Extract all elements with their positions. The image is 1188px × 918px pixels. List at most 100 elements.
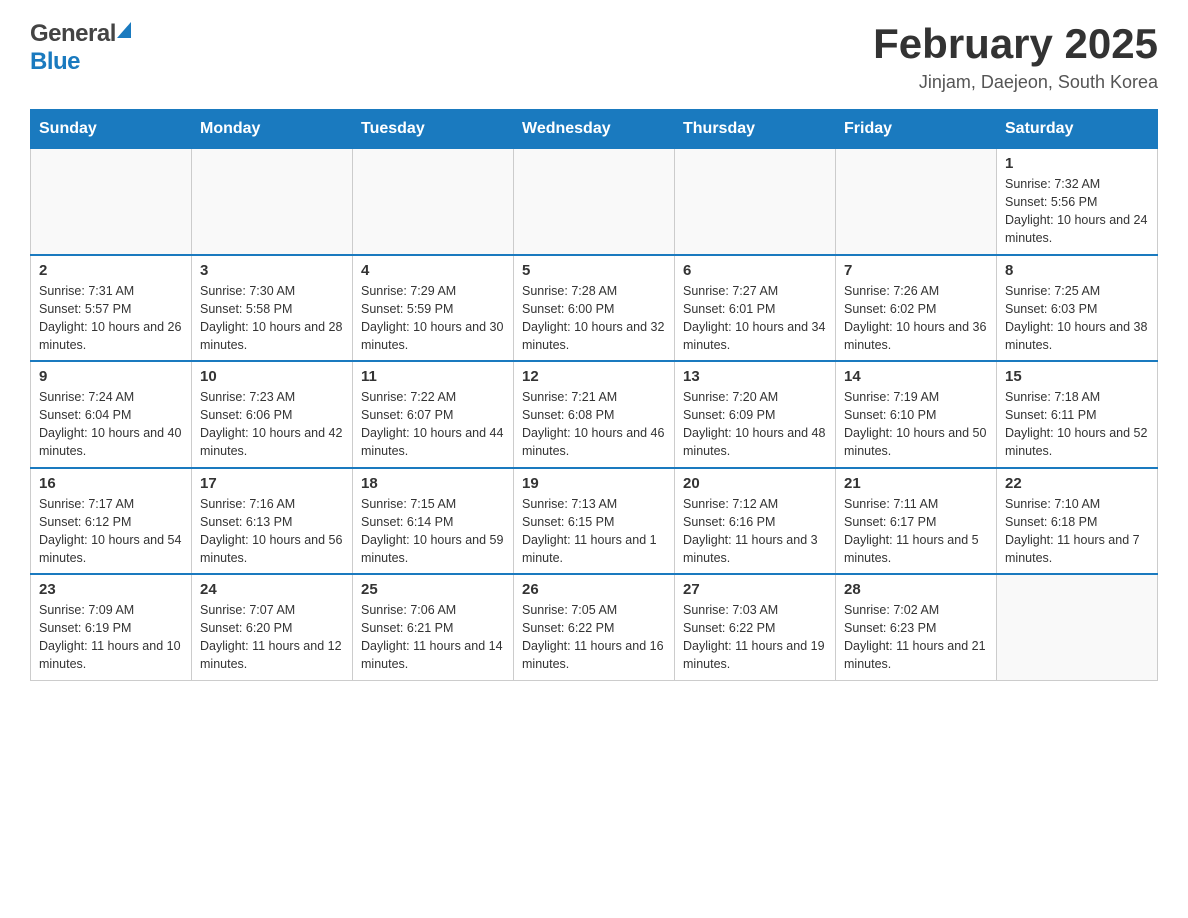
calendar-cell: 18 Sunrise: 7:15 AM Sunset: 6:14 PM Dayli…	[353, 468, 514, 575]
day-info: Sunrise: 7:02 AM Sunset: 6:23 PM Dayligh…	[844, 601, 988, 674]
day-number: 15	[1005, 368, 1149, 385]
calendar-cell: 12 Sunrise: 7:21 AM Sunset: 6:08 PM Dayli…	[514, 361, 675, 468]
calendar-cell: 19 Sunrise: 7:13 AM Sunset: 6:15 PM Dayli…	[514, 468, 675, 575]
calendar-cell: 21 Sunrise: 7:11 AM Sunset: 6:17 PM Dayli…	[836, 468, 997, 575]
day-info: Sunrise: 7:17 AM Sunset: 6:12 PM Dayligh…	[39, 495, 183, 568]
calendar-cell: 2 Sunrise: 7:31 AM Sunset: 5:57 PM Daylig…	[31, 255, 192, 362]
calendar-week-row: 23 Sunrise: 7:09 AM Sunset: 6:19 PM Dayli…	[31, 574, 1158, 680]
logo-general-text: General	[30, 20, 116, 48]
calendar-cell: 26 Sunrise: 7:05 AM Sunset: 6:22 PM Dayli…	[514, 574, 675, 680]
day-info: Sunrise: 7:18 AM Sunset: 6:11 PM Dayligh…	[1005, 388, 1149, 461]
day-info: Sunrise: 7:22 AM Sunset: 6:07 PM Dayligh…	[361, 388, 505, 461]
location-text: Jinjam, Daejeon, South Korea	[873, 72, 1158, 93]
day-info: Sunrise: 7:03 AM Sunset: 6:22 PM Dayligh…	[683, 601, 827, 674]
day-info: Sunrise: 7:07 AM Sunset: 6:20 PM Dayligh…	[200, 601, 344, 674]
day-of-week-header: Monday	[192, 110, 353, 149]
logo-triangle-icon	[117, 22, 131, 38]
day-number: 22	[1005, 475, 1149, 492]
day-number: 23	[39, 581, 183, 598]
day-number: 6	[683, 262, 827, 279]
day-info: Sunrise: 7:23 AM Sunset: 6:06 PM Dayligh…	[200, 388, 344, 461]
calendar-cell: 4Sunrise: 7:29 AM Sunset: 5:59 PM Daylig…	[353, 255, 514, 362]
calendar-week-row: 1 Sunrise: 7:32 AM Sunset: 5:56 PM Daylig…	[31, 149, 1158, 255]
calendar-cell: 15 Sunrise: 7:18 AM Sunset: 6:11 PM Dayli…	[997, 361, 1158, 468]
day-info: Sunrise: 7:25 AM Sunset: 6:03 PM Dayligh…	[1005, 282, 1149, 355]
day-number: 21	[844, 475, 988, 492]
calendar-cell: 3 Sunrise: 7:30 AM Sunset: 5:58 PM Daylig…	[192, 255, 353, 362]
calendar-cell	[31, 149, 192, 255]
day-number: 7	[844, 262, 988, 279]
day-number: 13	[683, 368, 827, 385]
day-of-week-header: Sunday	[31, 110, 192, 149]
calendar-cell: 23 Sunrise: 7:09 AM Sunset: 6:19 PM Dayli…	[31, 574, 192, 680]
calendar-week-row: 16 Sunrise: 7:17 AM Sunset: 6:12 PM Dayli…	[31, 468, 1158, 575]
day-number: 1	[1005, 155, 1149, 172]
calendar-cell: 14 Sunrise: 7:19 AM Sunset: 6:10 PM Dayli…	[836, 361, 997, 468]
day-info: Sunrise: 7:30 AM Sunset: 5:58 PM Dayligh…	[200, 282, 344, 355]
calendar-cell: 13 Sunrise: 7:20 AM Sunset: 6:09 PM Dayli…	[675, 361, 836, 468]
day-info: Sunrise: 7:21 AM Sunset: 6:08 PM Dayligh…	[522, 388, 666, 461]
day-number: 10	[200, 368, 344, 385]
day-info: Sunrise: 7:28 AM Sunset: 6:00 PM Dayligh…	[522, 282, 666, 355]
day-info: Sunrise: 7:06 AM Sunset: 6:21 PM Dayligh…	[361, 601, 505, 674]
day-info: Sunrise: 7:31 AM Sunset: 5:57 PM Dayligh…	[39, 282, 183, 355]
day-info: Sunrise: 7:05 AM Sunset: 6:22 PM Dayligh…	[522, 601, 666, 674]
day-number: 14	[844, 368, 988, 385]
day-number: 9	[39, 368, 183, 385]
day-number: 28	[844, 581, 988, 598]
calendar-week-row: 2 Sunrise: 7:31 AM Sunset: 5:57 PM Daylig…	[31, 255, 1158, 362]
logo-blue-text: Blue	[30, 48, 80, 75]
day-info: Sunrise: 7:15 AM Sunset: 6:14 PM Dayligh…	[361, 495, 505, 568]
calendar-cell	[514, 149, 675, 255]
day-of-week-header: Tuesday	[353, 110, 514, 149]
day-number: 17	[200, 475, 344, 492]
calendar-table: SundayMondayTuesdayWednesdayThursdayFrid…	[30, 109, 1158, 681]
day-info: Sunrise: 7:24 AM Sunset: 6:04 PM Dayligh…	[39, 388, 183, 461]
day-info: Sunrise: 7:10 AM Sunset: 6:18 PM Dayligh…	[1005, 495, 1149, 568]
logo: General Blue	[30, 20, 131, 76]
day-info: Sunrise: 7:09 AM Sunset: 6:19 PM Dayligh…	[39, 601, 183, 674]
calendar-cell: 10 Sunrise: 7:23 AM Sunset: 6:06 PM Dayli…	[192, 361, 353, 468]
calendar-cell: 17Sunrise: 7:16 AM Sunset: 6:13 PM Dayli…	[192, 468, 353, 575]
day-info: Sunrise: 7:27 AM Sunset: 6:01 PM Dayligh…	[683, 282, 827, 355]
day-number: 8	[1005, 262, 1149, 279]
title-block: February 2025 Jinjam, Daejeon, South Kor…	[873, 20, 1158, 93]
day-of-week-header: Saturday	[997, 110, 1158, 149]
day-of-week-header: Friday	[836, 110, 997, 149]
day-number: 11	[361, 368, 505, 385]
day-number: 24	[200, 581, 344, 598]
day-number: 12	[522, 368, 666, 385]
calendar-cell	[353, 149, 514, 255]
month-title: February 2025	[873, 20, 1158, 68]
day-info: Sunrise: 7:12 AM Sunset: 6:16 PM Dayligh…	[683, 495, 827, 568]
calendar-cell: 28 Sunrise: 7:02 AM Sunset: 6:23 PM Dayli…	[836, 574, 997, 680]
day-info: Sunrise: 7:29 AM Sunset: 5:59 PM Dayligh…	[361, 282, 505, 355]
day-number: 26	[522, 581, 666, 598]
day-info: Sunrise: 7:20 AM Sunset: 6:09 PM Dayligh…	[683, 388, 827, 461]
day-info: Sunrise: 7:13 AM Sunset: 6:15 PM Dayligh…	[522, 495, 666, 568]
day-number: 25	[361, 581, 505, 598]
calendar-cell: 20 Sunrise: 7:12 AM Sunset: 6:16 PM Dayli…	[675, 468, 836, 575]
calendar-cell: 5 Sunrise: 7:28 AM Sunset: 6:00 PM Daylig…	[514, 255, 675, 362]
day-number: 16	[39, 475, 183, 492]
calendar-cell: 24 Sunrise: 7:07 AM Sunset: 6:20 PM Dayli…	[192, 574, 353, 680]
day-number: 2	[39, 262, 183, 279]
day-number: 3	[200, 262, 344, 279]
day-number: 18	[361, 475, 505, 492]
calendar-cell: 9 Sunrise: 7:24 AM Sunset: 6:04 PM Daylig…	[31, 361, 192, 468]
calendar-cell	[675, 149, 836, 255]
calendar-cell: 8 Sunrise: 7:25 AM Sunset: 6:03 PM Daylig…	[997, 255, 1158, 362]
day-number: 5	[522, 262, 666, 279]
calendar-header-row: SundayMondayTuesdayWednesdayThursdayFrid…	[31, 110, 1158, 149]
day-info: Sunrise: 7:32 AM Sunset: 5:56 PM Dayligh…	[1005, 175, 1149, 248]
calendar-cell	[192, 149, 353, 255]
calendar-cell: 1 Sunrise: 7:32 AM Sunset: 5:56 PM Daylig…	[997, 149, 1158, 255]
day-info: Sunrise: 7:11 AM Sunset: 6:17 PM Dayligh…	[844, 495, 988, 568]
day-number: 20	[683, 475, 827, 492]
day-number: 19	[522, 475, 666, 492]
calendar-cell	[997, 574, 1158, 680]
calendar-cell: 7Sunrise: 7:26 AM Sunset: 6:02 PM Daylig…	[836, 255, 997, 362]
calendar-week-row: 9 Sunrise: 7:24 AM Sunset: 6:04 PM Daylig…	[31, 361, 1158, 468]
calendar-cell: 6 Sunrise: 7:27 AM Sunset: 6:01 PM Daylig…	[675, 255, 836, 362]
day-info: Sunrise: 7:19 AM Sunset: 6:10 PM Dayligh…	[844, 388, 988, 461]
